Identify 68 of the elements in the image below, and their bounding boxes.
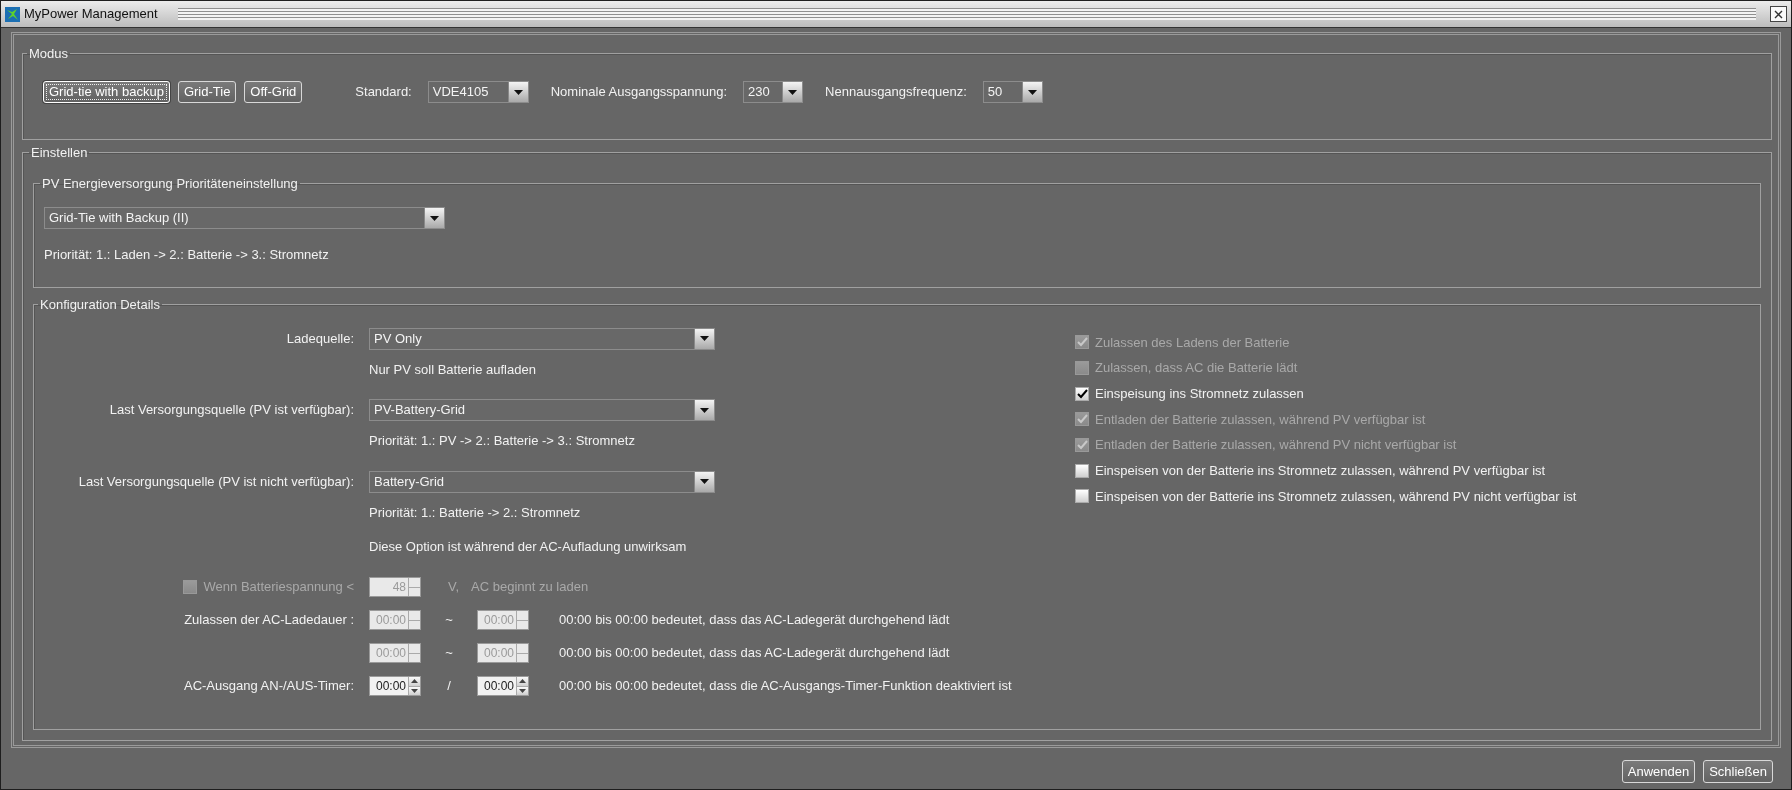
dropdown-button[interactable] xyxy=(694,400,714,420)
note-text: Priorität: 1.: Batterie -> 2.: Stromnetz xyxy=(369,503,582,522)
mode-button[interactable]: Off-Grid xyxy=(244,81,303,103)
footer-button[interactable]: Anwenden xyxy=(1621,760,1696,783)
mode-button[interactable]: Grid-tie with backup xyxy=(43,81,170,103)
caret-icon xyxy=(700,336,709,341)
time-spinner[interactable]: 00:00 xyxy=(477,676,529,696)
field-label: AC-Ausgang AN-/AUS-Timer: xyxy=(183,677,354,696)
field-label: Nominale Ausgangsspannung: xyxy=(550,83,728,102)
checkbox-label: Zulassen, dass AC die Batterie lädt xyxy=(1095,359,1298,378)
window-title: MyPower Management xyxy=(24,5,158,24)
dropdown[interactable]: Grid-Tie with Backup (II) xyxy=(44,207,445,229)
note-text: Priorität: 1.: Laden -> 2.: Batterie -> 3.: Stromnetz xyxy=(44,246,330,264)
dropdown[interactable]: 50 xyxy=(982,81,1043,103)
time-spinner[interactable]: 00:00 xyxy=(369,676,421,696)
caret-icon xyxy=(700,407,709,413)
mode-button[interactable]: Grid-Tie xyxy=(177,81,237,103)
group-title: PV Energieversorgung Prioritäteneinstellung xyxy=(41,177,299,190)
note-text: 00:00 bis 00:00 bedeutet, dass das AC-Ladegerät durchgehend lädt xyxy=(559,611,950,630)
field-label: Ladequelle: xyxy=(285,329,354,348)
dropdown-button[interactable] xyxy=(1021,82,1042,102)
checkbox-label: Entladen der Batterie zulassen, während PV nicht verfügbar ist xyxy=(1095,436,1457,455)
note-text: Nur PV soll Batterie aufladen xyxy=(369,360,537,379)
note-text: Diese Option ist während der AC-Aufladung unwirksam xyxy=(369,538,688,556)
field-label: Zulassen der AC-Ladedauer : xyxy=(183,611,354,630)
footer-button[interactable]: Schließen xyxy=(1703,760,1773,783)
separator-text: ~ xyxy=(444,611,454,630)
checkbox-label: Einspeisen von der Batterie ins Stromnetz zulassen, während PV verfügbar ist xyxy=(1095,462,1546,481)
close-button[interactable] xyxy=(1770,6,1787,22)
dropdown[interactable]: Battery-Grid xyxy=(369,470,715,493)
caret-icon xyxy=(700,479,709,484)
dropdown-button[interactable] xyxy=(424,208,444,228)
close-icon xyxy=(1774,9,1783,19)
separator-text: / xyxy=(446,677,452,696)
dropdown-button[interactable] xyxy=(694,471,714,492)
checkbox[interactable] xyxy=(1075,463,1089,478)
dropdown-button[interactable] xyxy=(782,82,803,102)
checkbox[interactable] xyxy=(1075,386,1089,401)
checkbox-label: Einspeisung ins Stromnetz zulassen xyxy=(1095,384,1304,403)
caret-icon xyxy=(788,89,798,95)
group-title: Einstellen xyxy=(30,146,89,159)
dropdown-button[interactable] xyxy=(694,328,714,349)
note-text: Priorität: 1.: PV -> 2.: Batterie -> 3.: Stromnetz xyxy=(369,432,636,450)
checkbox-label: Entladen der Batterie zulassen, während PV verfügbar ist xyxy=(1095,410,1426,429)
field-label: Standard: xyxy=(355,83,412,102)
caret-icon xyxy=(513,89,523,95)
field-label: AC beginnt zu laden xyxy=(471,578,589,597)
dropdown[interactable]: PV-Battery-Grid xyxy=(369,399,715,421)
app-logo-icon xyxy=(5,6,20,22)
checkbox-label: Zulassen des Ladens der Batterie xyxy=(1095,333,1290,352)
checkbox-label: Wenn Batteriespannung < xyxy=(203,578,354,597)
caret-icon xyxy=(1027,89,1037,95)
note-text: 00:00 bis 00:00 bedeutet, dass die AC-Ausgangs-Timer-Funktion deaktiviert ist xyxy=(559,677,1012,696)
group-title: Konfiguration Details xyxy=(39,297,161,311)
field-label: Last Versorgungsquelle (PV ist nicht verfügbar): xyxy=(77,472,354,491)
note-text: 00:00 bis 00:00 bedeutet, dass das AC-Ladegerät durchgehend lädt xyxy=(559,644,950,663)
dropdown-button[interactable] xyxy=(507,82,528,102)
separator-text: ~ xyxy=(444,644,454,663)
dropdown[interactable]: VDE4105 xyxy=(427,81,529,103)
caret-icon xyxy=(430,215,439,221)
dropdown[interactable]: PV Only xyxy=(369,327,715,350)
group-title: Modus xyxy=(28,47,70,60)
field-label: Last Versorgungsquelle (PV ist verfügbar): xyxy=(108,401,354,420)
checkbox[interactable] xyxy=(1075,489,1089,504)
unit-label: V, xyxy=(448,578,460,597)
dropdown[interactable]: 230 xyxy=(743,81,804,103)
checkbox-label: Einspeisen von der Batterie ins Stromnetz zulassen, während PV nicht verfügbar ist xyxy=(1095,487,1577,506)
field-label: Nennausgangsfrequenz: xyxy=(825,83,967,102)
